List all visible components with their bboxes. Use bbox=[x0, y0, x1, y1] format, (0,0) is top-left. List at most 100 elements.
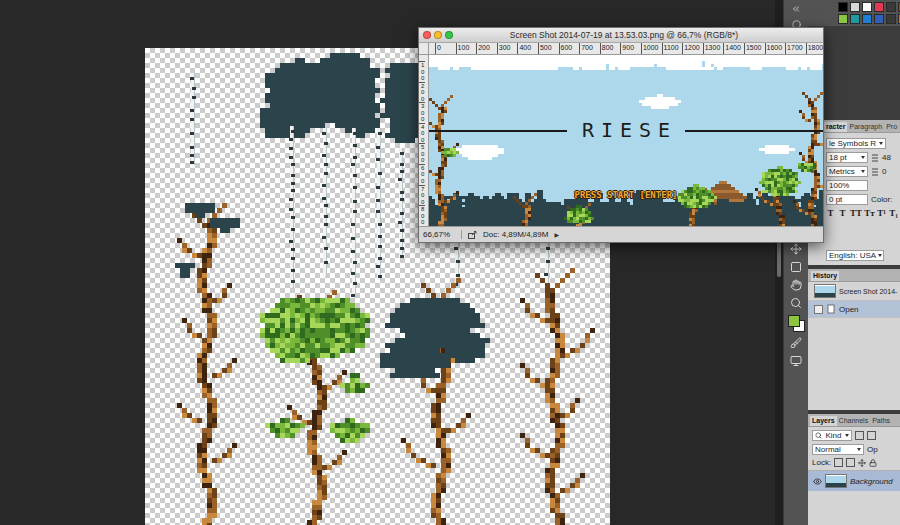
close-button[interactable] bbox=[423, 31, 431, 39]
title-line bbox=[685, 130, 823, 132]
color-label: Color: bbox=[871, 195, 892, 204]
font-family-field[interactable]: le Symbols R bbox=[826, 138, 886, 149]
swatch[interactable] bbox=[874, 14, 884, 24]
dropdown-caret-icon bbox=[845, 434, 849, 437]
blend-mode-dropdown[interactable]: Normal bbox=[812, 444, 864, 455]
eye-icon[interactable] bbox=[813, 477, 822, 486]
type-style-button[interactable]: TT bbox=[850, 208, 861, 219]
language-row: English: USA bbox=[826, 250, 898, 261]
export-icon[interactable] bbox=[468, 231, 477, 239]
type-style-button[interactable]: T¹ bbox=[877, 208, 886, 219]
swatches-panel bbox=[808, 0, 900, 26]
swatch[interactable] bbox=[850, 2, 860, 12]
window-controls bbox=[423, 31, 453, 39]
ruler-tick: 1600 bbox=[765, 43, 786, 54]
type-style-button[interactable]: T bbox=[838, 208, 847, 219]
window-title-bar[interactable]: Screen Shot 2014-07-19 at 13.53.03.png @… bbox=[419, 28, 823, 43]
zoom-tool-icon[interactable] bbox=[790, 297, 802, 309]
type-style-row: TTTTTтT¹T₁ bbox=[826, 208, 898, 219]
swatch[interactable] bbox=[838, 14, 848, 24]
move-tool-icon[interactable] bbox=[790, 243, 802, 255]
document-window[interactable]: Screen Shot 2014-07-19 at 13.53.03.png @… bbox=[418, 27, 824, 243]
game-title-row: RIESE bbox=[429, 119, 823, 142]
horizontal-ruler[interactable]: 0100200300400500600700800900100011001200… bbox=[429, 43, 823, 54]
history-item[interactable]: Open bbox=[808, 301, 900, 318]
vertical-scale-field[interactable]: 100% bbox=[826, 180, 868, 191]
rectangle-tool-icon[interactable] bbox=[790, 261, 802, 273]
kerning-row: Metrics 0 bbox=[826, 166, 898, 177]
history-panel: HistoryScreen Shot 2014-Open bbox=[808, 269, 900, 410]
history-snapshot[interactable]: Screen Shot 2014- bbox=[808, 282, 900, 301]
panel-tab[interactable]: Channels bbox=[837, 416, 871, 426]
history-panel-tabs: History bbox=[808, 269, 900, 282]
lock-label: Lock: bbox=[812, 458, 831, 467]
ruler-tick: 1100 bbox=[662, 43, 683, 54]
lock-all-icon[interactable] bbox=[869, 459, 877, 467]
type-style-button[interactable]: T₁ bbox=[889, 208, 898, 219]
ruler-tick: 100 bbox=[419, 61, 425, 82]
swatch[interactable] bbox=[886, 2, 896, 12]
collapse-icon[interactable] bbox=[791, 4, 801, 14]
ruler-tick: 800 bbox=[600, 43, 621, 54]
visibility-toggle[interactable] bbox=[812, 476, 822, 486]
swatch[interactable] bbox=[850, 14, 860, 24]
game-trees bbox=[429, 89, 823, 226]
type-style-button[interactable]: Tт bbox=[864, 208, 874, 219]
layer-row[interactable]: Background bbox=[808, 470, 900, 491]
panel-tab[interactable]: Paths bbox=[870, 416, 892, 426]
layer-filter-dropdown[interactable]: Kind bbox=[812, 430, 852, 441]
lock-position-icon[interactable] bbox=[858, 459, 866, 467]
forest-ground bbox=[429, 181, 823, 226]
filter-adjust-icon[interactable] bbox=[867, 431, 876, 440]
dropdown-caret-icon bbox=[861, 156, 865, 159]
tracking-icon bbox=[871, 168, 879, 176]
swatch[interactable] bbox=[862, 2, 872, 12]
panel-tab[interactable]: Pro bbox=[884, 122, 899, 132]
swatch[interactable] bbox=[898, 2, 900, 12]
type-style-button[interactable]: T bbox=[826, 208, 835, 219]
birch-sprite bbox=[190, 73, 196, 165]
kerning-field[interactable]: Metrics bbox=[826, 166, 868, 177]
document-icon bbox=[826, 304, 836, 314]
screen-mode-icon[interactable] bbox=[790, 355, 802, 367]
swatch[interactable] bbox=[862, 14, 872, 24]
lock-transparency-icon[interactable] bbox=[834, 458, 843, 467]
hand-tool-icon[interactable] bbox=[790, 279, 802, 291]
ruler-tick: 500 bbox=[538, 43, 559, 54]
panel-tab[interactable]: racter bbox=[824, 122, 847, 132]
ruler-corner bbox=[419, 43, 429, 54]
swatch[interactable] bbox=[898, 14, 900, 24]
ruler-tick: 100 bbox=[456, 43, 477, 54]
panel-tab[interactable]: Layers bbox=[810, 416, 837, 426]
panel-tab[interactable]: Paragraph bbox=[847, 122, 884, 132]
photoshop-screen: racterParagraphPro le Symbols R 18 pt 48 Met… bbox=[0, 0, 900, 525]
ruler-tick: 1000 bbox=[641, 43, 662, 54]
foreground-color[interactable] bbox=[788, 315, 800, 327]
green-tree-sprite bbox=[260, 290, 370, 525]
tracking-value[interactable]: 0 bbox=[882, 167, 886, 176]
filter-pixel-icon[interactable] bbox=[855, 431, 864, 440]
vertical-ruler[interactable]: 100200300400500600700800 bbox=[419, 55, 429, 226]
color-chips[interactable] bbox=[788, 315, 804, 331]
minimize-button[interactable] bbox=[434, 31, 442, 39]
quick-mask-icon[interactable] bbox=[790, 337, 802, 349]
history-checkbox[interactable] bbox=[814, 305, 823, 314]
language-dropdown[interactable]: English: USA bbox=[826, 250, 884, 261]
zoom-level[interactable]: 66,67% bbox=[423, 230, 462, 239]
font-size-field[interactable]: 18 pt bbox=[826, 152, 868, 163]
swatch[interactable] bbox=[886, 14, 896, 24]
leading-value[interactable]: 48 bbox=[882, 153, 891, 162]
lock-paint-icon[interactable] bbox=[846, 458, 855, 467]
status-menu-button[interactable]: ▶ bbox=[554, 231, 559, 238]
zoom-button[interactable] bbox=[445, 31, 453, 39]
swatch[interactable] bbox=[874, 2, 884, 12]
blend-mode-row: NormalOp bbox=[812, 444, 898, 455]
dropdown-caret-icon bbox=[857, 448, 861, 451]
dropdown-caret-icon bbox=[861, 170, 865, 173]
swatch[interactable] bbox=[838, 2, 848, 12]
ruler-tick: 1800 bbox=[806, 43, 823, 54]
panel-tab[interactable]: History bbox=[811, 271, 839, 281]
ruler-tick: 0 bbox=[435, 43, 456, 54]
game-screenshot: RIESEPRESS START [ENTER] bbox=[429, 55, 823, 226]
baseline-shift-field[interactable]: 0 pt bbox=[826, 194, 868, 205]
